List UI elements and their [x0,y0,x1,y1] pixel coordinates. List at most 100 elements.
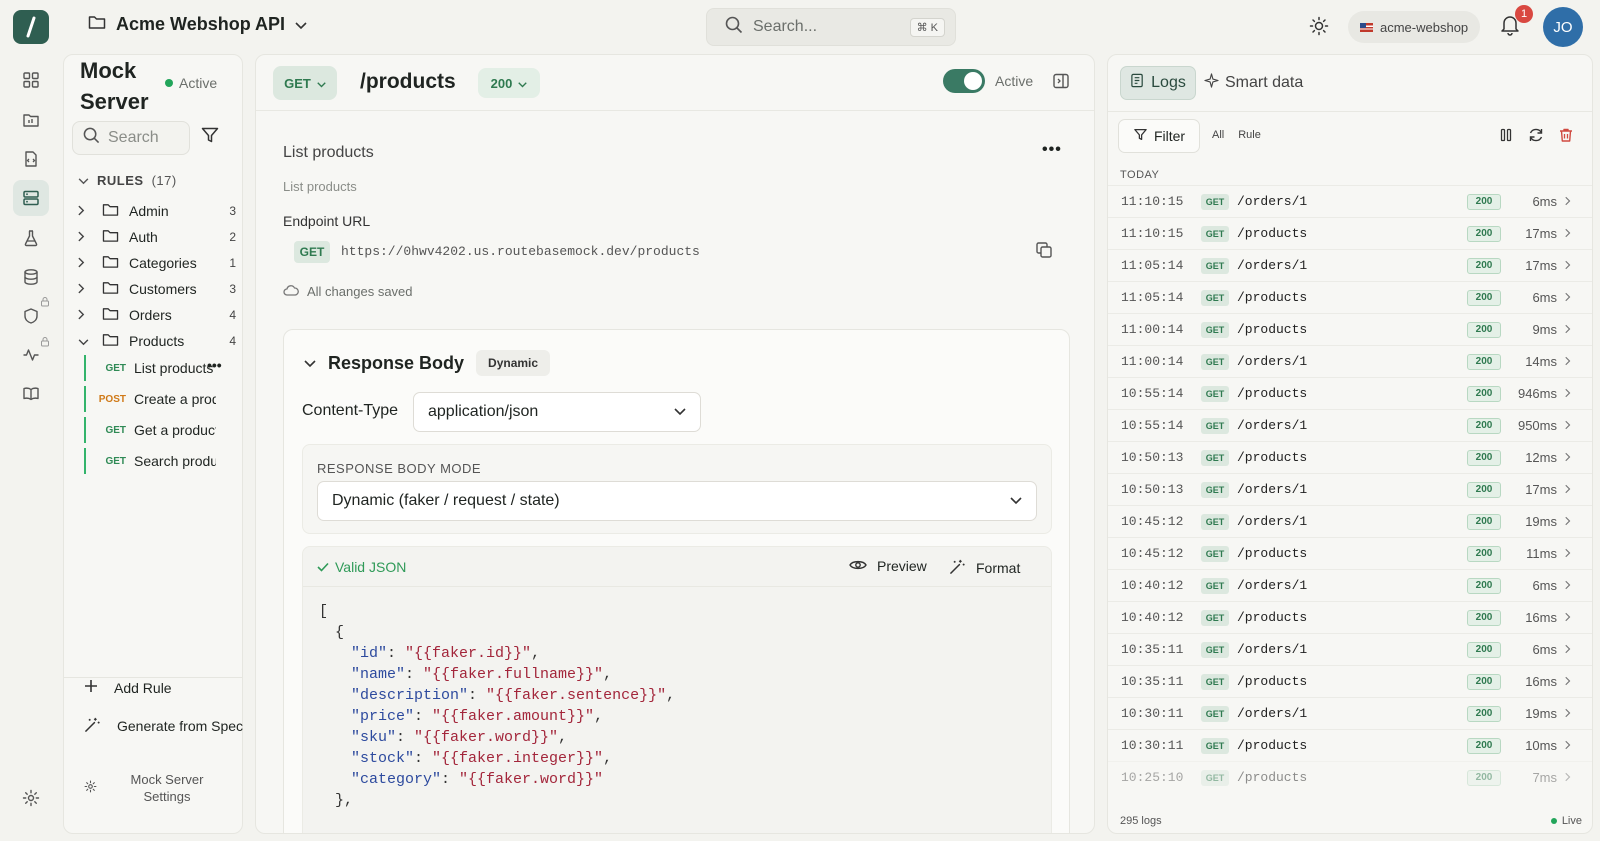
log-row[interactable]: 10:50:13 GET/products 200 12ms [1108,441,1592,473]
rule-item[interactable]: GET Search products [84,448,239,474]
panel-collapse-icon[interactable] [1052,72,1070,93]
rule-name[interactable]: List products [283,144,374,162]
rule-item[interactable]: GET Get a product [84,417,239,443]
log-row[interactable]: 10:55:14 GET/orders/1 200 950ms [1108,409,1592,441]
code-key: "id" [351,645,388,662]
folder-icon [88,14,106,35]
chevron-down-icon [1010,492,1022,510]
log-row[interactable]: 10:40:12 GET/orders/1 200 6ms [1108,569,1592,601]
log-row[interactable]: 10:30:11 GET/products 200 10ms [1108,729,1592,761]
log-row[interactable]: 11:10:15 GET/orders/1 200 6ms [1108,185,1592,217]
folder-products[interactable]: Products 4 [78,328,236,354]
rule-more-button[interactable]: ••• [207,357,222,373]
json-editor[interactable]: Valid JSON Preview Format [{"id": "{{fak… [302,546,1052,833]
book-icon[interactable] [13,376,49,412]
body-mode-select[interactable]: Dynamic (faker / request / state) [317,481,1037,521]
pause-icon[interactable] [1498,127,1514,146]
rule-path[interactable]: /products [360,70,456,94]
chevron-right-icon [1565,642,1571,657]
rule-method: GET [105,424,126,436]
tab-logs[interactable]: Logs [1120,66,1196,100]
server-status[interactable]: Active [165,75,217,91]
refresh-icon[interactable] [1528,127,1544,146]
code-tail: , [666,687,676,704]
user-avatar[interactable]: JO [1543,7,1583,47]
trash-icon[interactable] [1558,127,1574,146]
collections-icon[interactable] [13,102,49,138]
more-options-button[interactable]: ••• [1042,141,1062,159]
log-row[interactable]: 11:00:14 GET/orders/1 200 14ms [1108,345,1592,377]
log-path: /orders/1 [1237,354,1308,369]
add-rule-button[interactable]: Add Rule [84,679,172,696]
generate-from-spec-button[interactable]: Generate from Spec [84,716,243,736]
content-type-select[interactable]: application/json [413,392,701,432]
folder-admin[interactable]: Admin 3 [78,198,236,224]
log-row[interactable]: 10:40:12 GET/products 200 16ms [1108,601,1592,633]
workspace-selector[interactable]: acme-webshop [1348,11,1481,43]
chevron-right-icon [1565,770,1571,785]
preview-button[interactable]: Preview [849,558,927,574]
global-search[interactable]: Search... ⌘ K [706,8,956,46]
rule-item[interactable]: POST Create a product [84,386,239,412]
dashboard-icon[interactable] [13,62,49,98]
response-body-header[interactable]: Response Body Dynamic [304,350,551,376]
rules-search-input[interactable]: Search [72,121,190,155]
folder-auth[interactable]: Auth 2 [78,224,236,250]
copy-icon[interactable] [1035,241,1053,262]
code-line: { [319,622,675,643]
rules-section-header[interactable]: RULES (17) [78,173,177,188]
log-row[interactable]: 10:45:12 GET/orders/1 200 19ms [1108,505,1592,537]
folder-categories[interactable]: Categories 1 [78,250,236,276]
log-row[interactable]: 10:30:11 GET/orders/1 200 19ms [1108,697,1592,729]
tab-smart-data[interactable]: Smart data [1204,73,1303,93]
log-row[interactable]: 10:25:10 GET/products 200 7ms [1108,761,1592,793]
folder-orders[interactable]: Orders 4 [78,302,236,328]
chevron-right-icon [78,255,94,271]
chevron-right-icon [1565,578,1571,593]
logs-filter-button[interactable]: Filter [1118,119,1200,153]
format-button[interactable]: Format [949,558,1020,578]
project-switcher[interactable]: Acme Webshop API [88,14,307,35]
app-logo[interactable] [13,10,49,44]
theme-toggle-sun-icon[interactable] [1309,16,1329,39]
chevron-right-icon [78,307,94,323]
method-selector[interactable]: GET [273,66,337,100]
json-toolbar: Valid JSON Preview Format [303,547,1051,587]
api-file-icon[interactable] [13,141,49,177]
log-path: /products [1237,738,1308,753]
log-status: 200 [1467,545,1501,562]
log-row[interactable]: 11:10:15 GET/products 200 17ms [1108,217,1592,249]
rule-active-toggle[interactable] [943,69,985,93]
status-code-selector[interactable]: 200 [478,68,540,98]
rule-method: POST [98,393,126,405]
log-duration: 946ms [1517,386,1557,401]
scope-rule[interactable]: Rule [1234,125,1265,145]
log-row[interactable]: 11:05:14 GET/orders/1 200 17ms [1108,249,1592,281]
log-row[interactable]: 10:50:13 GET/orders/1 200 17ms [1108,473,1592,505]
folder-count: 3 [229,204,236,218]
log-status: 200 [1467,737,1501,754]
chevron-right-icon [1565,290,1571,305]
code-colon: : [468,687,487,704]
database-icon[interactable] [13,259,49,295]
code-value: "{{faker.word}}" [414,729,559,746]
log-row[interactable]: 10:35:11 GET/products 200 16ms [1108,665,1592,697]
log-row[interactable]: 11:05:14 GET/products 200 6ms [1108,281,1592,313]
rule-description[interactable]: List products [283,179,357,194]
mock-server-icon[interactable] [13,180,49,216]
log-row[interactable]: 11:00:14 GET/products 200 9ms [1108,313,1592,345]
log-row[interactable]: 10:45:12 GET/products 200 11ms [1108,537,1592,569]
log-time: 10:35:11 [1121,642,1184,657]
log-row[interactable]: 10:55:14 GET/products 200 946ms [1108,377,1592,409]
mock-server-settings-button[interactable]: Mock Server Settings [84,771,217,805]
code-value: "{{faker.integer}}" [432,750,604,767]
json-code[interactable]: [{"id": "{{faker.id}}", "name": "{{faker.… [319,601,675,811]
folder-icon [102,254,119,272]
flask-icon[interactable] [13,220,49,256]
gear-icon[interactable] [13,780,49,816]
log-row[interactable]: 10:35:11 GET/orders/1 200 6ms [1108,633,1592,665]
chevron-right-icon [78,281,94,297]
filter-icon[interactable] [200,125,220,148]
scope-all[interactable]: All [1208,125,1228,145]
folder-customers[interactable]: Customers 3 [78,276,236,302]
